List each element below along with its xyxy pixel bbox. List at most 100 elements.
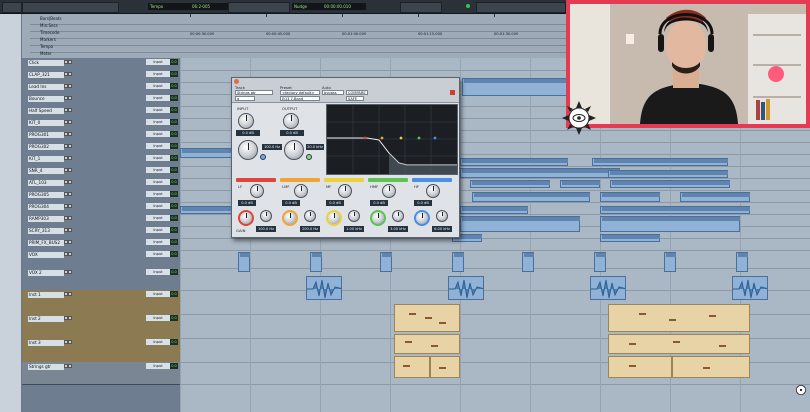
audio-clip[interactable] [680,192,750,202]
waveform-clip[interactable] [590,276,626,300]
mute-button[interactable] [68,168,72,172]
track-io-selector[interactable]: Input [146,143,170,149]
lpf-enable-icon[interactable] [306,154,312,160]
track-name[interactable]: PROG301 [28,132,64,138]
mute-button[interactable] [68,132,72,136]
track-name[interactable]: VOX 2 [28,270,64,276]
plugin-name-field[interactable]: EQ3 7-Band [280,96,320,101]
mute-button[interactable] [68,364,72,368]
track-io-selector[interactable]: Input [146,227,170,233]
mute-button[interactable] [68,120,72,124]
track-volume[interactable]: 0.0 [170,71,178,77]
track-io-selector[interactable]: Input [146,179,170,185]
track-io-selector[interactable]: Input [146,167,170,173]
track-name[interactable]: Half Speed [28,108,64,114]
edit-modes[interactable] [22,2,119,13]
track-volume[interactable]: 0.0 [170,227,178,233]
track-volume[interactable]: 0.0 [170,143,178,149]
audio-clip[interactable] [560,180,600,188]
lpf-knob[interactable] [284,140,304,160]
audio-clip[interactable] [592,158,728,166]
eq-band-gain-knob[interactable] [382,184,396,198]
track-name[interactable]: PRIM_FX_BUS2 [28,240,64,246]
mute-button[interactable] [68,316,72,320]
preset-selector[interactable]: <factory default> [280,90,320,95]
power-icon[interactable] [450,90,455,95]
track-io-selector[interactable]: Input [146,71,170,77]
track-volume[interactable]: 0.0 [170,215,178,221]
track-name[interactable]: ATL_103 [28,180,64,186]
track-volume[interactable]: 0.0 [170,119,178,125]
track-volume[interactable]: 0.0 [170,83,178,89]
track-name[interactable]: Inst 2 [28,316,64,322]
track-name[interactable]: Bounce [28,96,64,102]
waveform-clip[interactable] [306,276,342,300]
mute-button[interactable] [68,144,72,148]
eq-band-freq-knob[interactable] [326,210,342,226]
eq-band-gain-knob[interactable] [426,184,440,198]
track-volume[interactable]: 0.0 [170,179,178,185]
track-name[interactable]: PROG302 [28,144,64,150]
eq-band-q-knob[interactable] [260,210,272,222]
midi-region[interactable] [394,356,430,378]
track-name[interactable]: CLAP_321 [28,72,64,78]
track-volume[interactable]: 0.0 [170,315,178,321]
audio-clip[interactable] [462,78,576,96]
audio-clip[interactable] [664,252,676,272]
audio-clip[interactable] [594,252,606,272]
midi-region[interactable] [608,304,750,332]
track-name[interactable]: KIT_1 [28,156,64,162]
track-name[interactable]: Inst 3 [28,340,64,346]
track-io-selector[interactable]: Input [146,119,170,125]
eq-band-q-knob[interactable] [348,210,360,222]
midi-region[interactable] [608,356,672,378]
track-selector[interactable]: Strings gtr [235,90,273,95]
audio-clip[interactable] [460,158,568,166]
track-volume[interactable]: 0.0 [170,269,178,275]
track-volume[interactable]: 0.0 [170,291,178,297]
track-io-selector[interactable]: Input [146,155,170,161]
mute-button[interactable] [68,96,72,100]
track-io-selector[interactable]: Input [146,215,170,221]
hpf-enable-icon[interactable] [260,154,266,160]
mute-button[interactable] [68,252,72,256]
track-io-selector[interactable]: Input [146,83,170,89]
track-volume[interactable]: 0.0 [170,107,178,113]
eq-plugin-window[interactable]: Track Strings gtr a Preset <factory defa… [231,77,460,238]
audio-clip[interactable] [310,252,322,272]
eq-band-gain-knob[interactable] [294,184,308,198]
track-io-selector[interactable]: Input [146,95,170,101]
audio-clip[interactable] [460,206,528,214]
mute-button[interactable] [68,180,72,184]
audio-clip[interactable] [608,170,728,178]
audio-clip[interactable] [600,206,750,214]
eq-band-q-knob[interactable] [392,210,404,222]
zoom-controls[interactable] [476,2,566,13]
track-volume[interactable]: 0.0 [170,239,178,245]
track-name[interactable]: RAMP303 [28,216,64,222]
track-name[interactable]: Inst 1 [28,292,64,298]
track-volume[interactable]: 0.0 [170,363,178,369]
close-icon[interactable] [234,79,239,84]
audio-clip[interactable] [380,252,392,272]
track-header[interactable]: Inst 3 Input 0.0 [22,338,180,363]
mute-button[interactable] [68,240,72,244]
track-name[interactable]: VOX [28,252,64,258]
midi-region[interactable] [394,304,460,332]
mute-button[interactable] [68,84,72,88]
eq-band-freq-knob[interactable] [370,210,386,226]
track-name[interactable]: Strings gtr [28,364,64,370]
track-volume[interactable]: 0.0 [170,251,178,257]
edit-tools[interactable] [228,2,290,13]
audio-clip[interactable] [460,168,620,178]
track-volume[interactable]: 0.0 [170,95,178,101]
track-name[interactable]: PROG305 [28,192,64,198]
track-io-selector[interactable]: Input [146,191,170,197]
track-name[interactable]: SCRY_313 [28,228,64,234]
track-io-selector[interactable]: Input [146,339,170,345]
audio-clip[interactable] [610,180,730,188]
track-name[interactable]: Click [28,60,64,66]
track-io-selector[interactable]: Input [146,239,170,245]
mute-button[interactable] [68,216,72,220]
track-name[interactable]: Lead Ins [28,84,64,90]
